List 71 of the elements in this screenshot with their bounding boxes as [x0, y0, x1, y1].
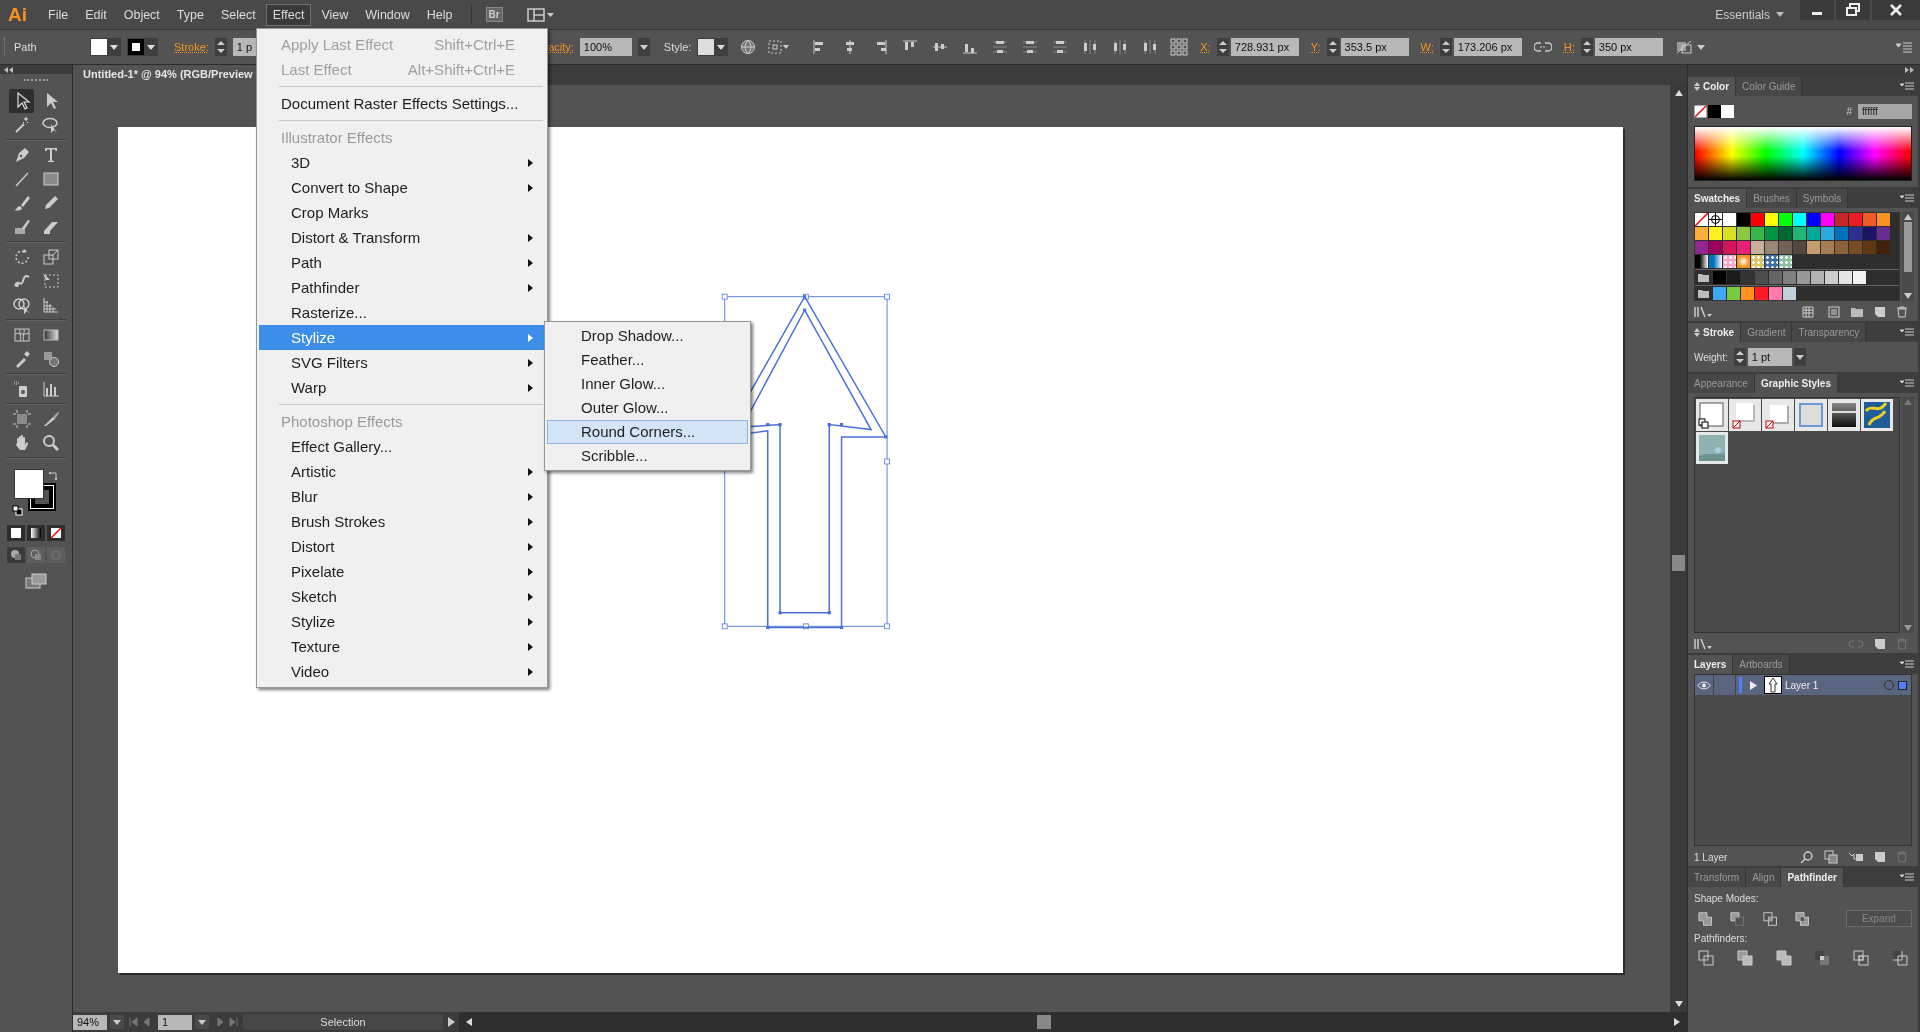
menu-item[interactable]: Object: [116, 3, 167, 26]
menu-item[interactable]: Blur: [259, 484, 545, 509]
menu-item[interactable]: Crop Marks: [259, 200, 545, 225]
menu-item[interactable]: Drop Shadow...: [547, 324, 748, 348]
menu-item[interactable]: Brush Strokes: [259, 509, 545, 534]
app-logo: Ai: [8, 3, 27, 26]
transform-label[interactable]: W:: [1420, 41, 1434, 53]
bridge-button[interactable]: Br: [485, 7, 503, 22]
workspace-switcher[interactable]: Essentials: [1715, 7, 1770, 22]
menu-item[interactable]: Stylize: [259, 609, 545, 634]
transform-field[interactable]: 728.931 px: [1230, 38, 1299, 56]
transform-field[interactable]: 350 px: [1594, 38, 1663, 56]
menu-item[interactable]: Document Raster Effects Settings...: [259, 91, 545, 116]
layer-name[interactable]: Layer 1: [1785, 679, 1819, 691]
hex-field[interactable]: ffffff: [1858, 103, 1912, 119]
shape-modes-label: Shape Modes:: [1694, 893, 1760, 904]
menu-item[interactable]: Sketch: [259, 584, 545, 609]
layer-count: 1 Layer: [1694, 851, 1728, 863]
artboard-field[interactable]: 1: [158, 1014, 192, 1030]
panel-tab[interactable]: Swatches: [1688, 189, 1748, 208]
weight-label: Weight:: [1694, 351, 1728, 363]
hex-label: #: [1846, 105, 1852, 117]
stroke-label[interactable]: Stroke:: [174, 41, 209, 53]
menu-item[interactable]: View: [314, 3, 356, 26]
style-label: Style:: [663, 41, 692, 53]
menu-item[interactable]: Outer Glow...: [547, 396, 748, 420]
opacity-label[interactable]: acity:: [548, 41, 574, 53]
pathfinders-label: Pathfinders:: [1694, 933, 1749, 944]
menu-item[interactable]: Distort: [259, 534, 545, 559]
menu-item[interactable]: Video: [259, 659, 545, 684]
selection-type-label: Path: [14, 41, 38, 53]
menu-section-header: Photoshop Effects: [280, 412, 404, 432]
menu-item[interactable]: Warp: [259, 375, 545, 400]
menu-item[interactable]: Effect Gallery...: [259, 434, 545, 459]
menu-item[interactable]: Path: [259, 250, 545, 275]
menu-item[interactable]: File: [41, 3, 76, 26]
menu-item[interactable]: Inner Glow...: [547, 372, 748, 396]
menu-item[interactable]: Scribble...: [547, 444, 748, 468]
menu-item[interactable]: Pixelate: [259, 559, 545, 584]
layer-row[interactable]: Layer 1: [1695, 675, 1911, 695]
menu-item[interactable]: Select: [213, 3, 263, 26]
menu-item[interactable]: Effect: [265, 3, 312, 26]
menu-item[interactable]: Type: [169, 3, 211, 26]
panel-tab[interactable]: Stroke: [1688, 323, 1742, 342]
menu-item[interactable]: Convert to Shape: [259, 175, 545, 200]
transform-field[interactable]: 173.206 px: [1453, 38, 1522, 56]
panel-tab[interactable]: Color: [1688, 77, 1737, 96]
panel-tab[interactable]: Pathfinder: [1781, 868, 1844, 887]
menu-item[interactable]: Window: [358, 3, 417, 26]
panel-tab[interactable]: Graphic Styles: [1754, 374, 1838, 393]
menu-item[interactable]: Artistic: [259, 459, 545, 484]
menu-item[interactable]: Rasterize...: [259, 300, 545, 325]
transform-label[interactable]: X:: [1200, 41, 1211, 53]
menu-item[interactable]: Pathfinder: [259, 275, 545, 300]
weight-field[interactable]: 1 pt: [1747, 348, 1792, 366]
current-tool-label[interactable]: Selection: [243, 1014, 443, 1030]
menu-item[interactable]: SVG Filters: [259, 350, 545, 375]
menu-item[interactable]: Distort & Transform: [259, 225, 545, 250]
opacity-field[interactable]: 100%: [579, 38, 632, 56]
panel-tab[interactable]: Layers: [1688, 655, 1734, 674]
transform-field[interactable]: 353.5 px: [1340, 38, 1409, 56]
menu-item[interactable]: Texture: [259, 634, 545, 659]
menu-item[interactable]: Round Corners...: [547, 420, 748, 444]
menu-item[interactable]: Edit: [78, 3, 114, 26]
stroke-weight-field[interactable]: 1 p: [232, 38, 257, 56]
transform-label[interactable]: Y:: [1310, 41, 1321, 53]
zoom-field[interactable]: 94%: [73, 1014, 107, 1030]
menu-item[interactable]: 3D: [259, 150, 545, 175]
menu-item[interactable]: Feather...: [547, 348, 748, 372]
menu-section-header: Illustrator Effects: [280, 128, 394, 148]
menu-item[interactable]: Help: [419, 3, 460, 26]
